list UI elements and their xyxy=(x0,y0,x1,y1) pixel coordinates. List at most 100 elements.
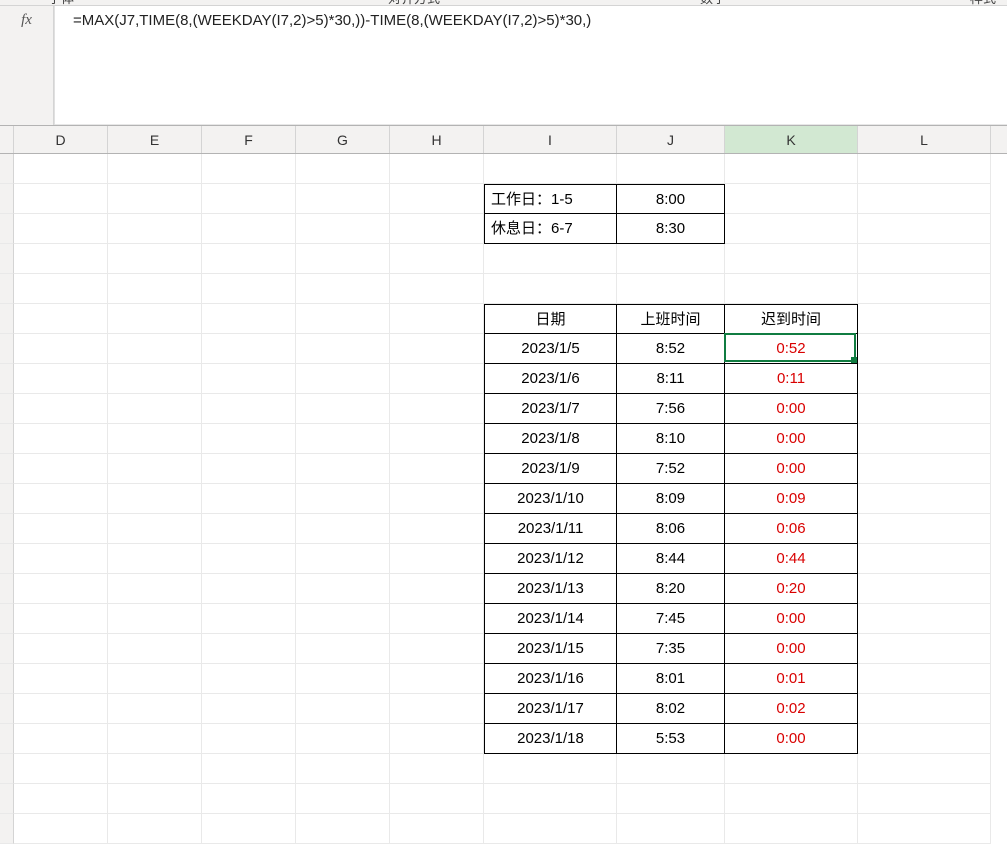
col-header-F[interactable]: F xyxy=(202,126,296,153)
cell-H3[interactable] xyxy=(390,214,484,244)
cell-K4[interactable] xyxy=(725,244,858,274)
cell-E8[interactable] xyxy=(108,364,202,394)
cell-E13[interactable] xyxy=(108,514,202,544)
cell-K23[interactable] xyxy=(725,814,858,844)
cell-J3[interactable]: 8:30 xyxy=(617,214,725,244)
cell-D8[interactable] xyxy=(14,364,108,394)
row-header-9[interactable] xyxy=(0,394,14,424)
row-header-14[interactable] xyxy=(0,544,14,574)
cell-D11[interactable] xyxy=(14,454,108,484)
row-header-6[interactable] xyxy=(0,304,14,334)
col-header-H[interactable]: H xyxy=(390,126,484,153)
cell-L23[interactable] xyxy=(858,814,991,844)
cell-D1[interactable] xyxy=(14,154,108,184)
cell-D22[interactable] xyxy=(14,784,108,814)
cell-I10[interactable]: 2023/1/8 xyxy=(484,424,617,454)
cell-L13[interactable] xyxy=(858,514,991,544)
cell-J15[interactable]: 8:20 xyxy=(617,574,725,604)
cell-J21[interactable] xyxy=(617,754,725,784)
cell-G6[interactable] xyxy=(296,304,390,334)
cell-E21[interactable] xyxy=(108,754,202,784)
cell-K20[interactable]: 0:00 xyxy=(725,724,858,754)
cell-L10[interactable] xyxy=(858,424,991,454)
cell-L4[interactable] xyxy=(858,244,991,274)
col-header-D[interactable]: D xyxy=(14,126,108,153)
cell-F16[interactable] xyxy=(202,604,296,634)
cell-H23[interactable] xyxy=(390,814,484,844)
cell-D23[interactable] xyxy=(14,814,108,844)
cell-J8[interactable]: 8:11 xyxy=(617,364,725,394)
cell-G20[interactable] xyxy=(296,724,390,754)
cell-G8[interactable] xyxy=(296,364,390,394)
cell-L20[interactable] xyxy=(858,724,991,754)
cell-H16[interactable] xyxy=(390,604,484,634)
cell-E18[interactable] xyxy=(108,664,202,694)
cell-H6[interactable] xyxy=(390,304,484,334)
cell-H20[interactable] xyxy=(390,724,484,754)
cell-G19[interactable] xyxy=(296,694,390,724)
cell-K21[interactable] xyxy=(725,754,858,784)
cell-I13[interactable]: 2023/1/11 xyxy=(484,514,617,544)
cell-F8[interactable] xyxy=(202,364,296,394)
cell-H22[interactable] xyxy=(390,784,484,814)
row-header-1[interactable] xyxy=(0,154,14,184)
cell-H11[interactable] xyxy=(390,454,484,484)
cell-F3[interactable] xyxy=(202,214,296,244)
cell-I12[interactable]: 2023/1/10 xyxy=(484,484,617,514)
cell-G22[interactable] xyxy=(296,784,390,814)
cell-J19[interactable]: 8:02 xyxy=(617,694,725,724)
cell-F9[interactable] xyxy=(202,394,296,424)
cell-G18[interactable] xyxy=(296,664,390,694)
cell-J17[interactable]: 7:35 xyxy=(617,634,725,664)
cell-D19[interactable] xyxy=(14,694,108,724)
cell-F15[interactable] xyxy=(202,574,296,604)
cell-F23[interactable] xyxy=(202,814,296,844)
cell-J9[interactable]: 7:56 xyxy=(617,394,725,424)
cell-H7[interactable] xyxy=(390,334,484,364)
cell-E16[interactable] xyxy=(108,604,202,634)
cell-D4[interactable] xyxy=(14,244,108,274)
cell-K6[interactable]: 迟到时间 xyxy=(725,304,858,334)
cell-E4[interactable] xyxy=(108,244,202,274)
cell-L22[interactable] xyxy=(858,784,991,814)
row-header-12[interactable] xyxy=(0,484,14,514)
cell-L17[interactable] xyxy=(858,634,991,664)
cell-J10[interactable]: 8:10 xyxy=(617,424,725,454)
cell-E3[interactable] xyxy=(108,214,202,244)
cell-E22[interactable] xyxy=(108,784,202,814)
row-header-5[interactable] xyxy=(0,274,14,304)
cell-K16[interactable]: 0:00 xyxy=(725,604,858,634)
cell-G15[interactable] xyxy=(296,574,390,604)
row-header-18[interactable] xyxy=(0,664,14,694)
cell-G4[interactable] xyxy=(296,244,390,274)
cell-H14[interactable] xyxy=(390,544,484,574)
col-header-E[interactable]: E xyxy=(108,126,202,153)
cell-F12[interactable] xyxy=(202,484,296,514)
cell-I20[interactable]: 2023/1/18 xyxy=(484,724,617,754)
cell-F18[interactable] xyxy=(202,664,296,694)
fx-icon[interactable]: fx xyxy=(0,6,54,125)
cell-I23[interactable] xyxy=(484,814,617,844)
cell-J12[interactable]: 8:09 xyxy=(617,484,725,514)
cell-G2[interactable] xyxy=(296,184,390,214)
cell-L3[interactable] xyxy=(858,214,991,244)
cell-L9[interactable] xyxy=(858,394,991,424)
cell-I1[interactable] xyxy=(484,154,617,184)
cell-F20[interactable] xyxy=(202,724,296,754)
cell-H19[interactable] xyxy=(390,694,484,724)
cell-K12[interactable]: 0:09 xyxy=(725,484,858,514)
cell-H13[interactable] xyxy=(390,514,484,544)
cell-J14[interactable]: 8:44 xyxy=(617,544,725,574)
cell-F6[interactable] xyxy=(202,304,296,334)
cell-I2[interactable]: 工作日：1-5 xyxy=(484,184,617,214)
cell-I8[interactable]: 2023/1/6 xyxy=(484,364,617,394)
row-header-23[interactable] xyxy=(0,814,14,844)
cell-K15[interactable]: 0:20 xyxy=(725,574,858,604)
cell-F5[interactable] xyxy=(202,274,296,304)
cell-D14[interactable] xyxy=(14,544,108,574)
cell-H2[interactable] xyxy=(390,184,484,214)
cell-G23[interactable] xyxy=(296,814,390,844)
cell-E23[interactable] xyxy=(108,814,202,844)
cell-E14[interactable] xyxy=(108,544,202,574)
cell-E17[interactable] xyxy=(108,634,202,664)
